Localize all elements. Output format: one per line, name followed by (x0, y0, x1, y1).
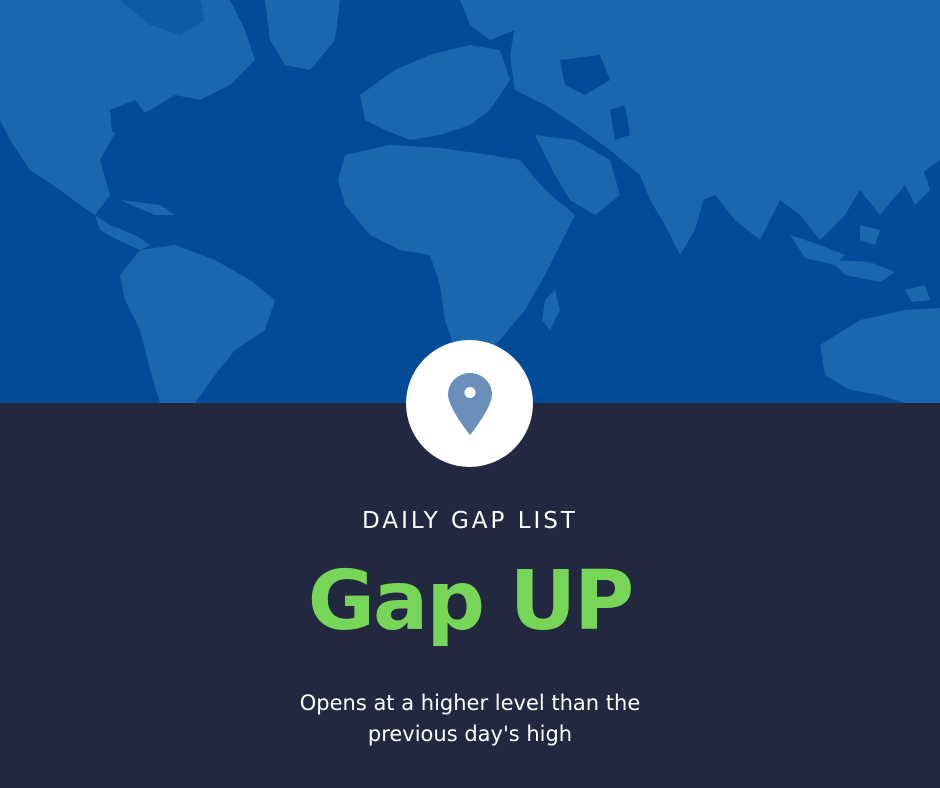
pin-badge (406, 340, 533, 467)
subtitle-line-1: Opens at a higher level than the (299, 691, 641, 715)
subtitle-line-2: previous day's high (367, 722, 573, 746)
headline: Gap UP (307, 554, 635, 649)
eyebrow-label: DAILY GAP LIST (362, 508, 578, 534)
subtitle: Opens at a higher level than the previou… (0, 688, 940, 750)
location-pin-icon (447, 372, 492, 435)
